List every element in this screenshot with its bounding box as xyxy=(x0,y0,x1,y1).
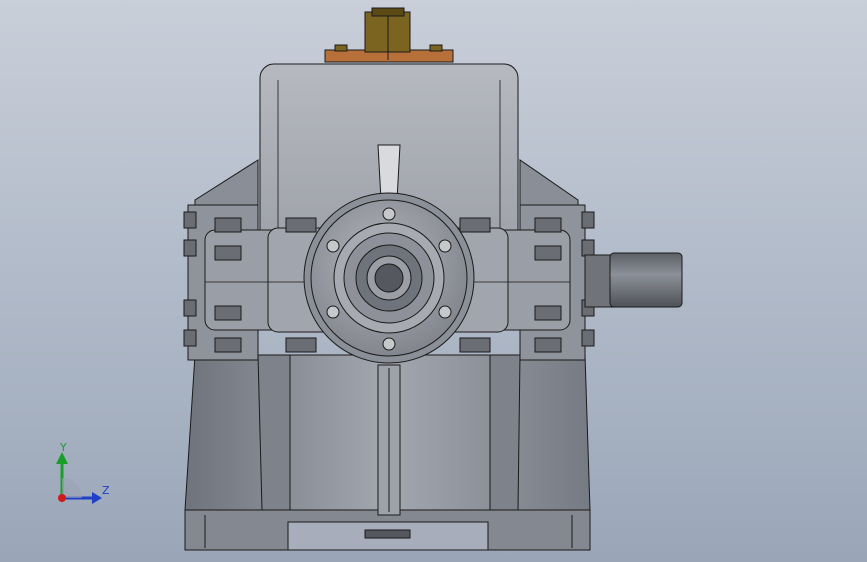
triad-y-label: Y xyxy=(60,441,67,454)
lower-housing xyxy=(184,354,591,551)
front-flange xyxy=(303,192,475,364)
triad-z-label: Z xyxy=(102,484,110,497)
top-bracket xyxy=(324,7,454,63)
coordinate-triad: Y Z xyxy=(52,440,122,510)
gearbox-model[interactable] xyxy=(0,0,867,562)
output-shaft xyxy=(584,252,683,308)
graphics-viewport[interactable]: Y Z xyxy=(0,0,867,562)
